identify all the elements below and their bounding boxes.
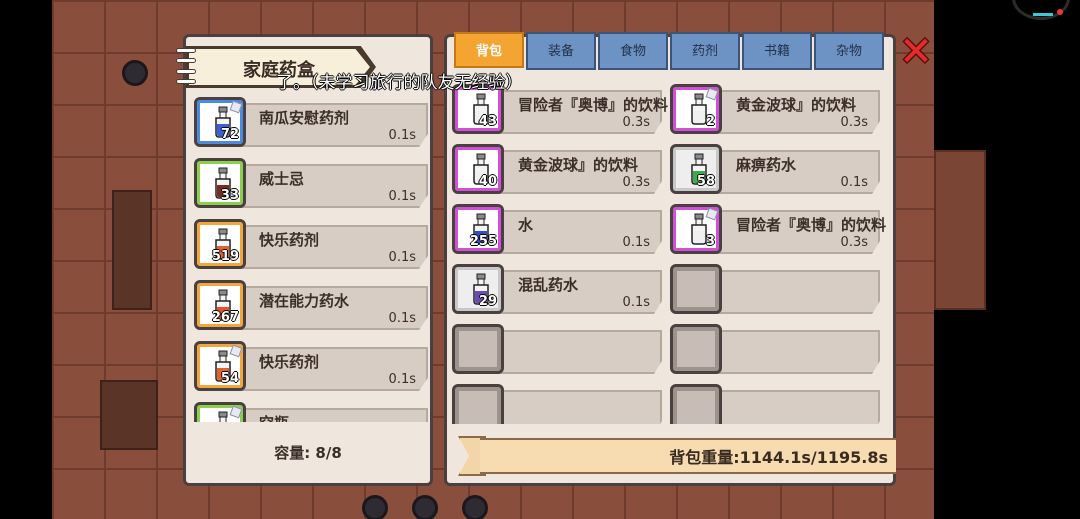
tab-1[interactable]: 装备 [526,32,596,70]
item-weight: 0.3s [622,115,650,130]
item-count: 33 [220,188,239,203]
item-slot[interactable]: 33 威士忌 0.1s [194,158,428,208]
tab-2[interactable]: 食物 [598,32,668,70]
item-count: 267 [211,310,239,325]
item-icon-box[interactable] [194,402,246,422]
item-weight: 0.1s [622,235,650,250]
item-count: 255 [469,234,497,249]
backpack-grid[interactable]: 43 冒险者『奥博』的饮料 0.3s 2 黄金波球』的饮料 0.3s 40 黄金波球』的饮料 0… [452,84,892,424]
item-weight: 0.1s [388,372,416,387]
item-weight: 0.1s [388,311,416,326]
barrel-decor [412,495,438,519]
item-weight: 0.1s [622,295,650,310]
item-name: 黄金波球』的饮料 [736,96,857,114]
barrel-decor [122,60,148,86]
item-weight: 0.1s [388,250,416,265]
item-slot[interactable]: 255 水 0.1s [452,204,662,254]
compass-icon [1012,0,1070,20]
item-slot[interactable]: 267 潜在能力药水 0.1s [194,280,428,330]
item-slot[interactable]: 29 混乱药水 0.1s [452,264,662,314]
category-tabs: 背包 装备 食物 药剂 书籍 杂物 [454,32,886,72]
item-weight: 0.1s [388,189,416,204]
close-button[interactable]: ✕ [898,32,934,72]
barrel-decor [362,495,388,519]
item-slot[interactable]: 3 冒险者『奥博』的饮料 0.3s [670,204,886,254]
item-icon-box[interactable] [670,324,722,374]
item-icon-box[interactable]: 40 [452,144,504,194]
medicine-box-panel: 72 南瓜安慰药剂 0.1s 33 威士忌 0.1s 519 快乐药剂 0.1s 267 潜在能力药… [183,34,433,486]
shelf-decor [112,190,152,310]
item-count: 29 [478,294,497,309]
item-icon-box[interactable] [670,264,722,314]
item-icon-box[interactable]: 2 [670,84,722,134]
item-icon-box[interactable] [452,384,504,424]
item-slot[interactable]: 72 南瓜安慰药剂 0.1s [194,97,428,147]
item-slot[interactable]: 519 快乐药剂 0.1s [194,219,428,269]
empty-slot[interactable] [670,264,880,314]
item-name: 黄金波球』的饮料 [518,156,639,174]
tab-3[interactable]: 药剂 [670,32,740,70]
item-slot[interactable]: 54 快乐药剂 0.1s [194,341,428,391]
empty-slot[interactable] [452,384,662,424]
item-slot[interactable]: 40 黄金波球』的饮料 0.3s [452,144,662,194]
bag-weight-label: 背包重量:1144.1s/1195.8s [669,448,888,467]
item-weight: 0.3s [840,235,868,250]
tab-0[interactable]: 背包 [454,32,524,68]
message-text: 了。（未学习旅行的队友无经验） [276,73,523,93]
item-slot[interactable]: 2 黄金波球』的饮料 0.3s [670,84,880,134]
item-name: 水 [518,216,534,234]
item-icon-box[interactable] [670,384,722,424]
empty-slot[interactable] [670,384,880,424]
item-icon-box[interactable]: 58 [670,144,722,194]
item-icon-box[interactable]: 54 [194,341,246,391]
item-icon-box[interactable]: 29 [452,264,504,314]
item-icon-box[interactable]: 267 [194,280,246,330]
item-weight: 0.3s [840,115,868,130]
item-icon-box[interactable]: 255 [452,204,504,254]
item-count: 40 [478,174,497,189]
item-name: 空瓶 [259,412,289,422]
item-count: 72 [220,127,239,142]
wall-decor [934,150,986,310]
item-name: 快乐药剂 [259,231,320,249]
tab-4[interactable]: 书籍 [742,32,812,70]
barrel-decor [462,495,488,519]
tab-5[interactable]: 杂物 [814,32,884,70]
empty-slot[interactable] [452,324,662,374]
capacity-label: 容量: 8/8 [274,444,342,462]
item-count: 43 [478,114,497,129]
item-icon-box[interactable]: 72 [194,97,246,147]
medicine-box-list[interactable]: 72 南瓜安慰药剂 0.1s 33 威士忌 0.1s 519 快乐药剂 0.1s 267 潜在能力药… [194,97,430,422]
item-count: 54 [220,371,239,386]
item-name: 潜在能力药水 [259,292,350,310]
item-icon-box[interactable]: 3 [670,204,722,254]
item-weight: 0.1s [840,175,868,190]
item-name: 麻痹药水 [736,156,797,174]
item-icon-box[interactable] [452,324,504,374]
item-icon-box[interactable]: 519 [194,219,246,269]
item-name: 快乐药剂 [259,353,320,371]
screen-edge [0,0,52,519]
item-count: 58 [696,174,715,189]
item-count: 3 [705,234,715,249]
item-weight: 0.1s [388,128,416,143]
item-slot[interactable]: 58 麻痹药水 0.1s [670,144,880,194]
item-name: 南瓜安慰药剂 [259,109,350,127]
item-slot[interactable]: 空瓶 [194,402,428,422]
notebook-spiral-icon [176,48,196,84]
item-icon-box[interactable]: 33 [194,158,246,208]
item-name: 冒险者『奥博』的饮料 [736,216,887,234]
item-name: 威士忌 [259,170,305,188]
item-count: 2 [705,114,715,129]
item-name: 混乱药水 [518,276,579,294]
item-count: 519 [211,249,239,264]
bag-weight-banner: 背包重量:1144.1s/1195.8s [458,436,896,476]
shelf-decor [100,380,158,450]
item-name: 冒险者『奥博』的饮料 [518,96,669,114]
item-weight: 0.3s [622,175,650,190]
empty-slot[interactable] [670,324,880,374]
